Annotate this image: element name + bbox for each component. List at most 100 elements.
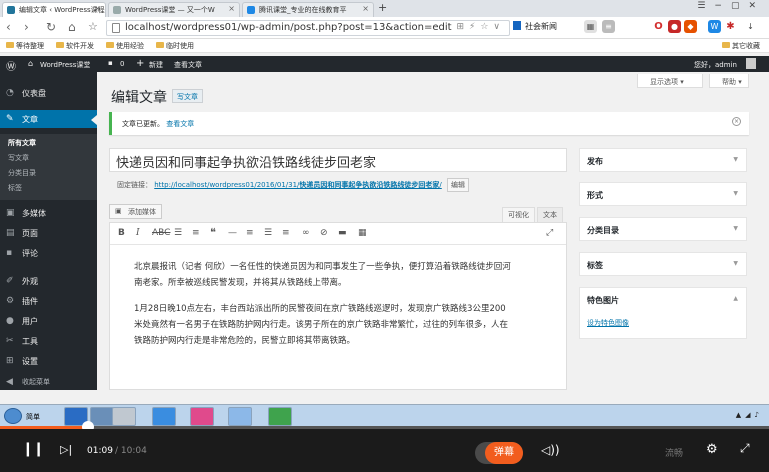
sidebar-item-appearance[interactable]: ✐ 外观 [0, 272, 97, 290]
close-tab-icon[interactable]: × [94, 4, 101, 13]
dismiss-icon[interactable]: × [732, 117, 741, 126]
fullscreen-icon[interactable]: ⤢ [740, 441, 750, 456]
opera-icon[interactable]: O [652, 20, 665, 33]
horizontal-line-icon[interactable]: — [228, 228, 237, 238]
extension-icon[interactable]: ▦ [584, 20, 597, 33]
strikethrough-icon[interactable]: ABC [152, 228, 170, 238]
categories-metabox[interactable]: 分类目录 ▼ [579, 217, 747, 241]
sidebar-item-users[interactable]: ● 用户 [0, 312, 97, 330]
bold-icon[interactable]: B [118, 228, 125, 238]
toolbar-toggle-icon[interactable]: ▦ [358, 228, 367, 238]
url-actions[interactable]: ⊞⚡☆∨ [456, 22, 505, 32]
site-name-link[interactable]: WordPress课堂 [40, 60, 90, 70]
sidebar-item-plugins[interactable]: ⚙ 插件 [0, 292, 97, 310]
wordpress-logo-icon[interactable]: Ⓦ [6, 58, 16, 73]
flag-icon[interactable]: ✱ [724, 20, 737, 33]
add-media-button[interactable]: ▣ 添加媒体 [109, 204, 162, 219]
browser-tab[interactable]: WordPress课堂 — 又一个W × [108, 2, 240, 17]
forward-icon[interactable]: › [24, 20, 29, 34]
sidebar-item-settings[interactable]: ⊞ 设置 [0, 352, 97, 370]
link-icon[interactable]: ∞ [302, 228, 310, 238]
volume-icon[interactable]: ◁)) [541, 443, 560, 457]
blockquote-icon[interactable]: ❝ [210, 226, 216, 239]
tags-metabox[interactable]: 标签 ▼ [579, 252, 747, 276]
new-tab-button[interactable]: + [378, 1, 387, 14]
sidebar-item-pages[interactable]: ▤ 页面 [0, 224, 97, 242]
system-tray[interactable]: ▲◢♪ [736, 411, 763, 419]
format-metabox[interactable]: 形式 ▼ [579, 182, 747, 206]
explorer-icon[interactable] [90, 407, 114, 426]
post-title-input[interactable]: 快递员因和同事起争执欲沿铁路线徒步回老家 [109, 148, 567, 172]
quality-selector[interactable]: 流畅 [665, 446, 683, 459]
other-bookmarks-folder[interactable]: 其它收藏 [722, 41, 760, 51]
url-bar[interactable]: localhost/wordpress01/wp-admin/post.php?… [106, 20, 510, 36]
bullet-list-icon[interactable]: ☰ [174, 228, 182, 238]
pause-icon[interactable]: ❙❙ [22, 441, 44, 457]
adblock-icon[interactable]: ● [668, 20, 681, 33]
submenu-tags[interactable]: 标签 [8, 183, 22, 193]
editor-content[interactable]: 北京晨报讯（记者 何欣）一名任性的快递员因为和同事发生了一些争执，便打算沿着铁路… [134, 259, 514, 359]
view-post-link[interactable]: 查看文章 [174, 60, 202, 70]
set-featured-image-link[interactable]: 设为特色图像 [587, 318, 629, 328]
permalink-link[interactable]: http://localhost/wordpress01/2016/01/31/… [154, 181, 442, 189]
submenu-add-new[interactable]: 写文章 [8, 153, 29, 163]
close-tab-icon[interactable]: × [228, 4, 235, 13]
editor-app-icon[interactable] [228, 407, 252, 426]
toggle-arrow-icon[interactable]: ▼ [733, 156, 738, 163]
help-button[interactable]: 帮助 ▾ [709, 74, 749, 88]
comments-count[interactable]: 0 [120, 60, 124, 68]
tab-text[interactable]: 文本 [537, 207, 563, 222]
bookmark-folder[interactable]: 使用经验 [106, 41, 144, 51]
toggle-arrow-icon[interactable]: ▲ [733, 295, 738, 302]
view-post-link[interactable]: 查看文章 [166, 120, 194, 128]
new-content-link[interactable]: 新建 [149, 60, 163, 70]
submenu-categories[interactable]: 分类目录 [8, 168, 36, 178]
sidebar-item-comments[interactable]: ▪ 评论 [0, 244, 97, 262]
weather-icon[interactable]: W [708, 20, 721, 33]
window-controls[interactable]: ☰−▢✕ [697, 1, 765, 11]
back-icon[interactable]: ‹ [6, 20, 11, 34]
sidebar-item-posts[interactable]: ✎ 文章 [0, 110, 97, 128]
close-tab-icon[interactable]: × [362, 4, 369, 13]
edit-permalink-button[interactable]: 编辑 [447, 178, 469, 192]
start-button[interactable]: 简单 [4, 408, 52, 424]
read-more-icon[interactable]: ▬ [338, 228, 347, 238]
publish-metabox[interactable]: 发布 ▼ [579, 148, 747, 172]
fullscreen-icon[interactable]: ⤢ [546, 228, 553, 238]
bookmark-folder[interactable]: 等待整理 [6, 41, 44, 51]
next-icon[interactable]: ▷| [60, 443, 72, 456]
computer-icon[interactable] [112, 407, 136, 426]
social-news-link[interactable]: 社会新闻 [525, 21, 557, 32]
screen-options-button[interactable]: 显示选项 ▾ [637, 74, 703, 88]
sidebar-item-media[interactable]: ▣ 多媒体 [0, 204, 97, 222]
align-left-icon[interactable]: ≡ [246, 228, 254, 238]
browser-app-icon[interactable] [190, 407, 214, 426]
bookmark-star-icon[interactable]: ☆ [88, 20, 98, 33]
submenu-all-posts[interactable]: 所有文章 [8, 138, 36, 148]
toggle-arrow-icon[interactable]: ▼ [733, 225, 738, 232]
toggle-arrow-icon[interactable]: ▼ [733, 260, 738, 267]
sidebar-collapse-menu[interactable]: ◀ 收起菜单 [0, 373, 97, 391]
sidebar-item-tools[interactable]: ✂ 工具 [0, 332, 97, 350]
tab-visual[interactable]: 可视化 [502, 207, 535, 222]
browser-tab-active[interactable]: 编辑文章 ‹ WordPress课程 × [2, 2, 106, 17]
reload-icon[interactable]: ↻ [46, 20, 56, 34]
unlink-icon[interactable]: ⊘ [320, 228, 328, 238]
italic-icon[interactable]: I [136, 228, 140, 238]
bookmark-folder[interactable]: 临时使用 [156, 41, 194, 51]
danmu-button[interactable]: 弹幕 [485, 442, 523, 464]
home-icon[interactable]: ⌂ [68, 20, 76, 34]
extension-icon[interactable]: ◆ [684, 20, 697, 33]
align-right-icon[interactable]: ≡ [282, 228, 290, 238]
terminal-app-icon[interactable] [268, 407, 292, 426]
greeting[interactable]: 您好，admin [694, 60, 737, 70]
numbered-list-icon[interactable]: ≡ [192, 228, 200, 238]
download-icon[interactable]: ↓ [744, 20, 757, 33]
bookmark-folder[interactable]: 软件开发 [56, 41, 94, 51]
settings-icon[interactable]: ⚙ [706, 442, 718, 457]
avatar[interactable] [746, 58, 756, 69]
toggle-arrow-icon[interactable]: ▼ [733, 190, 738, 197]
sidebar-item-dashboard[interactable]: ◔ 仪表盘 [0, 84, 97, 102]
menu-icon[interactable]: ≡ [602, 20, 615, 33]
align-center-icon[interactable]: ☰ [264, 228, 272, 238]
